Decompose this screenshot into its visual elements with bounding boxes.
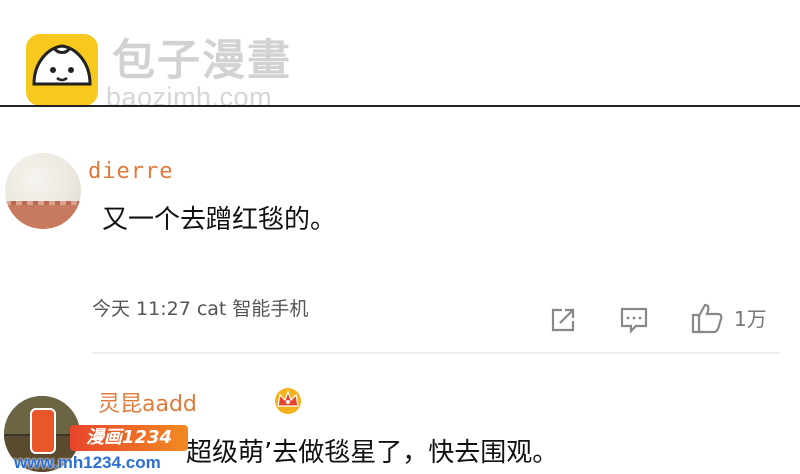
- watermark-url: www.mh1234.com: [14, 453, 161, 472]
- comment-username[interactable]: dierre: [88, 159, 173, 185]
- comment-text: 超级萌’去做毯星了，快去围观。: [186, 438, 559, 468]
- header-divider: [0, 105, 800, 107]
- comment-text: 又一个去蹭红毯的。: [102, 205, 337, 235]
- thumbs-up-icon[interactable]: [690, 302, 724, 338]
- watermark-badge-icon: [30, 408, 56, 454]
- site-header: 包子漫畫 baozimh.com: [0, 0, 800, 112]
- brand-title: 包子漫畫: [112, 36, 292, 86]
- like-count: 1万: [734, 307, 767, 331]
- comment-meta: 今天 11:27 cat 智能手机: [92, 298, 309, 320]
- crown-icon: [272, 384, 304, 420]
- comment-icon[interactable]: [619, 305, 649, 339]
- watermark-label: 漫画1234: [70, 425, 188, 451]
- bun-face-icon[interactable]: [26, 34, 98, 106]
- brand-url[interactable]: baozimh.com: [106, 82, 272, 112]
- share-icon[interactable]: [548, 305, 578, 339]
- comment-username[interactable]: 灵昆aadd: [98, 392, 197, 418]
- comment-divider: [92, 352, 780, 354]
- avatar[interactable]: [5, 153, 81, 229]
